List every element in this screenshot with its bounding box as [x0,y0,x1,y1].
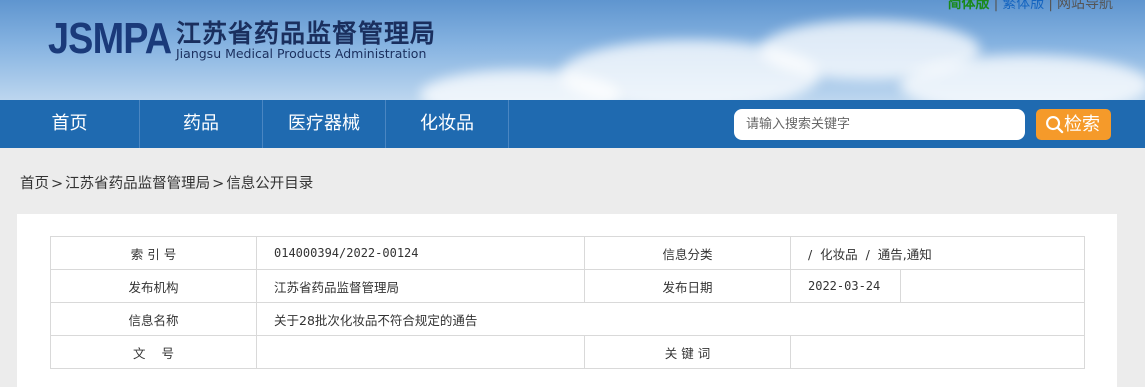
document-number-value [256,335,585,369]
publisher-value: 江苏省药品监督管理局 [256,269,585,303]
info-category-value: / 化妆品 / 通告,通知 [790,236,1085,270]
info-table: 索 引 号 014000394/2022-00124 信息分类 / 化妆品 / … [50,236,1085,369]
info-title-value: 关于28批次化妆品不符合规定的通告 [256,302,1085,336]
breadcrumb-separator: > [51,176,64,192]
site-header: JSMPA 江苏省药品监督管理局 Jiangsu Medical Product… [0,0,1145,100]
breadcrumb-agency[interactable]: 江苏省药品监督管理局 [65,176,210,192]
table-row: 文 号 关 键 词 [50,335,1085,369]
breadcrumb-current[interactable]: 信息公开目录 [226,176,313,192]
site-logo-mark[interactable]: JSMPA [48,14,172,64]
table-row: 索 引 号 014000394/2022-00124 信息分类 / 化妆品 / … [50,236,1085,270]
site-logo-subtitle: Jiangsu Medical Products Administration [176,46,427,61]
table-row: 发布机构 江苏省药品监督管理局 发布日期 2022-03-24 [50,269,1085,303]
breadcrumb-separator: > [212,176,225,192]
main-nav: 首页 药品 医疗器械 化妆品 检索 [0,100,1145,148]
site-map-link[interactable]: 网站导航 [1053,0,1117,12]
nav-item-drugs[interactable]: 药品 [140,100,263,148]
table-row: 信息名称 关于28批次化妆品不符合规定的通告 [50,302,1085,336]
publish-date-value: 2022-03-24 [790,269,901,303]
nav-item-home[interactable]: 首页 [0,100,140,148]
nav-item-cosmetics[interactable]: 化妆品 [386,100,509,148]
search-input[interactable] [734,109,1025,140]
index-number-label: 索 引 号 [50,236,257,270]
keywords-label: 关 键 词 [584,335,791,369]
simplified-chinese-link[interactable]: 简体版 [944,0,994,12]
breadcrumb: 首页 > 江苏省药品监督管理局 > 信息公开目录 [20,172,313,193]
index-number-value: 014000394/2022-00124 [256,236,585,270]
publisher-label: 发布机构 [50,269,257,303]
traditional-chinese-link[interactable]: 繁体版 [998,0,1048,12]
breadcrumb-home[interactable]: 首页 [20,176,49,192]
info-category-label: 信息分类 [584,236,791,270]
search-icon [1046,116,1064,134]
site-logo-title: 江苏省药品监督管理局 [176,19,437,48]
empty-cell [900,269,1085,303]
document-number-label: 文 号 [50,335,257,369]
keywords-value [790,335,1085,369]
info-title-label: 信息名称 [50,302,257,336]
search-button[interactable]: 检索 [1036,109,1111,140]
top-links: 简体版 | 繁体版 | 网站导航 [944,0,1117,13]
search-button-label: 检索 [1064,114,1100,135]
nav-item-medical-devices[interactable]: 医疗器械 [263,100,386,148]
publish-date-label: 发布日期 [584,269,791,303]
